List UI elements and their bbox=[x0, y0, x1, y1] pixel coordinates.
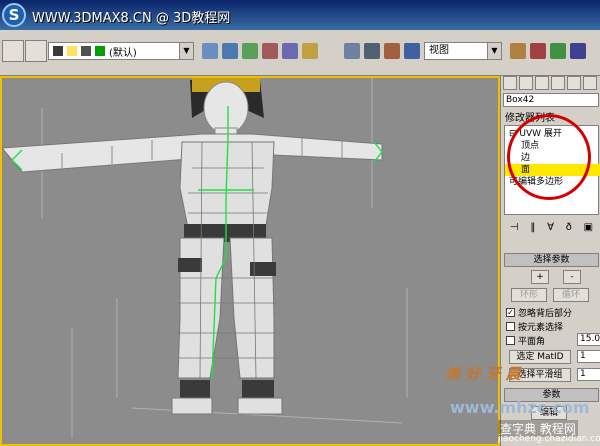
make-unique-icon[interactable]: ∀ bbox=[547, 222, 554, 238]
shrink-selection-button[interactable]: - bbox=[563, 270, 581, 284]
layer-color-icon bbox=[95, 46, 105, 56]
view-combo-value: 视图 bbox=[429, 45, 449, 56]
select-by-name-icon[interactable] bbox=[222, 43, 238, 59]
hierarchy-tab-icon[interactable] bbox=[535, 76, 549, 90]
stack-toolbar: ⊣ ‖ ∀ ð ▣ bbox=[504, 222, 599, 238]
ignore-backfacing-checkbox[interactable]: ✓ 忽略背后部分 bbox=[506, 306, 572, 319]
layer-manager-button[interactable] bbox=[25, 40, 47, 62]
align-icon[interactable] bbox=[344, 43, 360, 59]
render-setup-icon[interactable] bbox=[530, 43, 546, 59]
display-tab-icon[interactable] bbox=[567, 76, 581, 90]
site-watermark: www.mhzc.com bbox=[450, 398, 590, 417]
modify-tab-icon[interactable] bbox=[519, 76, 533, 90]
pin-stack-icon[interactable]: ⊣ bbox=[510, 222, 519, 238]
brand-watermark: 美 好 牙 晨 bbox=[445, 365, 521, 383]
app-logo-icon: S bbox=[2, 3, 26, 27]
create-tab-icon[interactable] bbox=[503, 76, 517, 90]
planar-angle-spinner[interactable]: 15.0 bbox=[577, 333, 600, 346]
perspective-viewport[interactable] bbox=[0, 76, 500, 446]
rotate-icon[interactable] bbox=[262, 43, 278, 59]
utilities-tab-icon[interactable] bbox=[583, 76, 597, 90]
annotation-circle bbox=[507, 114, 591, 200]
schematic-icon[interactable] bbox=[404, 43, 420, 59]
planar-angle-checkbox[interactable]: 平面角 bbox=[506, 334, 545, 347]
curve-editor-icon[interactable] bbox=[384, 43, 400, 59]
reference-coordinate-combo[interactable]: 视图 ▼ bbox=[424, 42, 502, 60]
quick-render-icon[interactable] bbox=[570, 43, 586, 59]
scale-icon[interactable] bbox=[282, 43, 298, 59]
layer-combo[interactable]: (默认) ▼ bbox=[48, 42, 194, 60]
lock-icon bbox=[81, 46, 91, 56]
undo-button[interactable] bbox=[2, 40, 24, 62]
mirror-icon[interactable] bbox=[302, 43, 318, 59]
chevron-down-icon[interactable]: ▼ bbox=[487, 43, 501, 59]
matid-spinner[interactable]: 1 bbox=[577, 350, 600, 363]
chevron-down-icon[interactable]: ▼ bbox=[179, 43, 193, 59]
sun-icon bbox=[67, 46, 77, 56]
loop-button[interactable]: 循环 bbox=[553, 288, 589, 302]
render-icon[interactable] bbox=[550, 43, 566, 59]
select-matid-button[interactable]: 选定 MatID bbox=[509, 350, 571, 364]
smoothing-group-spinner[interactable]: 1 bbox=[577, 368, 600, 381]
eye-icon bbox=[53, 46, 63, 56]
layer-icon[interactable] bbox=[364, 43, 380, 59]
remove-modifier-icon[interactable]: ð bbox=[566, 222, 572, 238]
character-wireframe bbox=[2, 78, 408, 438]
main-toolbar: (默认) ▼ 视图 ▼ bbox=[0, 30, 600, 76]
command-panel-tabs bbox=[503, 76, 599, 92]
ring-button[interactable]: 环形 bbox=[511, 288, 547, 302]
url-watermark: jiaocheng.chazidian.com bbox=[498, 434, 600, 444]
object-name-field[interactable]: Box42 bbox=[503, 93, 599, 107]
title-bar: S WWW.3DMAX8.CN @ 3D教程网 bbox=[0, 0, 600, 30]
selection-params-rollout-title[interactable]: 选择参数 bbox=[504, 253, 599, 267]
layer-combo-value: (默认) bbox=[109, 47, 137, 59]
grow-selection-button[interactable]: + bbox=[531, 270, 549, 284]
move-icon[interactable] bbox=[242, 43, 258, 59]
select-by-element-checkbox[interactable]: 按元素选择 bbox=[506, 320, 563, 333]
configure-sets-icon[interactable]: ▣ bbox=[584, 222, 593, 238]
select-object-icon[interactable] bbox=[202, 43, 218, 59]
title-watermark: WWW.3DMAX8.CN @ 3D教程网 bbox=[32, 11, 231, 26]
show-end-result-icon[interactable]: ‖ bbox=[530, 222, 535, 238]
material-editor-icon[interactable] bbox=[510, 43, 526, 59]
motion-tab-icon[interactable] bbox=[551, 76, 565, 90]
